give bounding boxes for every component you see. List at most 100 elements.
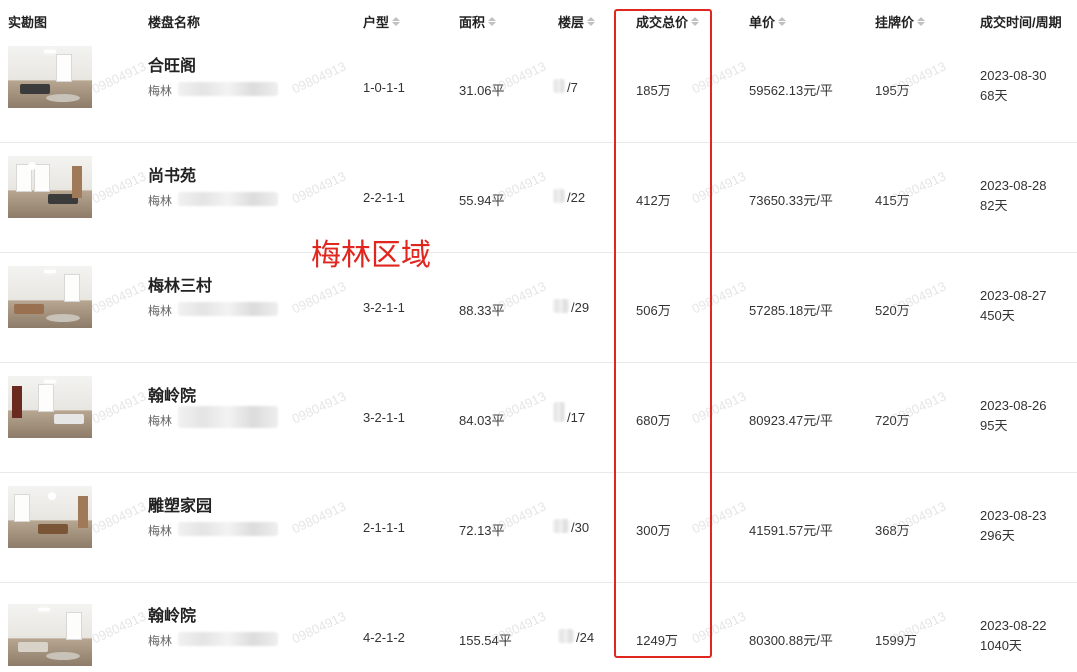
cell-cycle: 296天 [980, 528, 1015, 543]
col-floor[interactable]: 楼层 [558, 12, 596, 31]
listing-photo[interactable] [8, 266, 92, 328]
listing-name[interactable]: 雕塑家园 [148, 492, 212, 516]
listing-photo[interactable] [8, 156, 92, 218]
listing-district: 梅林 [148, 304, 173, 318]
cell-total-price: 1249万 [636, 633, 678, 648]
table-row[interactable]: 翰岭院 梅林 3-2-1-1 84.03平 /17 680万 80923.47元… [0, 362, 1077, 473]
cell-deal-date: 2023-08-23 [980, 508, 1047, 523]
col-total-price-label: 成交总价 [636, 15, 689, 30]
cell-cycle: 1040天 [980, 638, 1022, 653]
cell-floor: /29 [571, 300, 590, 315]
col-deal-time: 成交时间/周期 [980, 12, 1062, 31]
listing-district: 梅林 [148, 524, 173, 538]
col-photo: 实勘图 [8, 12, 47, 31]
cell-layout: 3-2-1-1 [363, 410, 405, 425]
sort-icon[interactable] [392, 17, 401, 26]
sort-icon[interactable] [917, 17, 926, 26]
col-unit-price-label: 单价 [749, 15, 776, 30]
cell-floor: /17 [567, 410, 586, 425]
col-name: 楼盘名称 [148, 12, 200, 31]
col-area[interactable]: 面积 [459, 12, 497, 31]
redacted-floor [553, 402, 565, 422]
listing-district: 梅林 [148, 414, 173, 428]
redacted-floor [553, 519, 569, 533]
sort-icon[interactable] [488, 17, 497, 26]
col-area-label: 面积 [459, 15, 486, 30]
cell-unit-price: 80923.47元/平 [749, 413, 833, 428]
redacted-address [178, 82, 278, 96]
redacted-address [178, 192, 278, 206]
cell-cycle: 95天 [980, 418, 1008, 433]
cell-list-price: 415万 [875, 193, 910, 208]
cell-unit-price: 57285.18元/平 [749, 303, 833, 318]
sort-icon[interactable] [778, 17, 787, 26]
cell-unit-price: 41591.57元/平 [749, 523, 833, 538]
cell-layout: 2-1-1-1 [363, 520, 405, 535]
listing-name[interactable]: 翰岭院 [148, 382, 196, 406]
cell-area: 88.33平 [459, 303, 505, 318]
col-list-price[interactable]: 挂牌价 [875, 12, 926, 31]
col-deal-time-label: 成交时间/周期 [980, 15, 1062, 30]
cell-layout: 1-0-1-1 [363, 80, 405, 95]
cell-area: 55.94平 [459, 193, 505, 208]
cell-floor: /22 [567, 190, 586, 205]
cell-deal-date: 2023-08-22 [980, 618, 1047, 633]
listing-photo[interactable] [8, 46, 92, 108]
redacted-floor [553, 299, 569, 313]
cell-total-price: 506万 [636, 303, 671, 318]
listing-photo[interactable] [8, 486, 92, 548]
region-annotation: 梅林区域 [311, 238, 431, 273]
cell-layout: 2-2-1-1 [363, 190, 405, 205]
cell-deal-date: 2023-08-27 [980, 288, 1047, 303]
cell-cycle: 68天 [980, 88, 1008, 103]
table-row[interactable]: 尚书苑 梅林 2-2-1-1 55.94平 /22 412万 73650.33元… [0, 142, 1077, 253]
redacted-address [178, 302, 278, 316]
listing-district: 梅林 [148, 194, 173, 208]
table-row[interactable]: 雕塑家园 梅林 2-1-1-1 72.13平 /30 300万 41591.57… [0, 472, 1077, 583]
cell-layout: 4-2-1-2 [363, 630, 405, 645]
cell-list-price: 1599万 [875, 633, 917, 648]
cell-area: 155.54平 [459, 633, 512, 648]
cell-deal-date: 2023-08-26 [980, 398, 1047, 413]
redacted-address [178, 632, 278, 646]
redacted-address [178, 406, 278, 428]
cell-total-price: 300万 [636, 523, 671, 538]
cell-deal-date: 2023-08-28 [980, 178, 1047, 193]
table-row[interactable]: 翰岭院 梅林 4-2-1-2 155.54平 /24 1249万 80300.8… [0, 582, 1077, 672]
listing-name[interactable]: 翰岭院 [148, 602, 196, 626]
cell-area: 84.03平 [459, 413, 505, 428]
col-name-label: 楼盘名称 [148, 15, 201, 30]
col-list-price-label: 挂牌价 [875, 15, 915, 30]
cell-layout: 3-2-1-1 [363, 300, 405, 315]
col-unit-price[interactable]: 单价 [749, 12, 787, 31]
listing-district: 梅林 [148, 84, 173, 98]
cell-unit-price: 59562.13元/平 [749, 83, 833, 98]
cell-floor: /24 [576, 630, 595, 645]
col-floor-label: 楼层 [558, 15, 585, 30]
cell-floor: /30 [571, 520, 590, 535]
listing-name[interactable]: 合旺阁 [148, 52, 196, 76]
col-layout[interactable]: 户型 [363, 12, 401, 31]
listing-photo[interactable] [8, 376, 92, 438]
col-total-price[interactable]: 成交总价 [636, 12, 700, 31]
sort-icon[interactable] [587, 17, 596, 26]
cell-floor: /7 [567, 80, 578, 95]
table-row[interactable]: 合旺阁 梅林 1-0-1-1 31.06平 /7 185万 59562.13元/… [0, 32, 1077, 143]
cell-list-price: 520万 [875, 303, 910, 318]
cell-cycle: 450天 [980, 308, 1015, 323]
cell-total-price: 185万 [636, 83, 671, 98]
table-row[interactable]: 梅林三村 梅林 3-2-1-1 88.33平 /29 506万 57285.18… [0, 252, 1077, 363]
redacted-floor [553, 189, 565, 203]
cell-total-price: 412万 [636, 193, 671, 208]
sort-icon[interactable] [691, 17, 700, 26]
redacted-floor [558, 629, 574, 643]
col-layout-label: 户型 [363, 15, 390, 30]
listing-name[interactable]: 梅林三村 [148, 272, 212, 296]
cell-list-price: 368万 [875, 523, 910, 538]
listing-photo[interactable] [8, 604, 92, 666]
cell-area: 72.13平 [459, 523, 505, 538]
cell-list-price: 195万 [875, 83, 910, 98]
listing-name[interactable]: 尚书苑 [148, 162, 196, 186]
col-photo-label: 实勘图 [8, 15, 48, 30]
listing-district: 梅林 [148, 634, 173, 648]
